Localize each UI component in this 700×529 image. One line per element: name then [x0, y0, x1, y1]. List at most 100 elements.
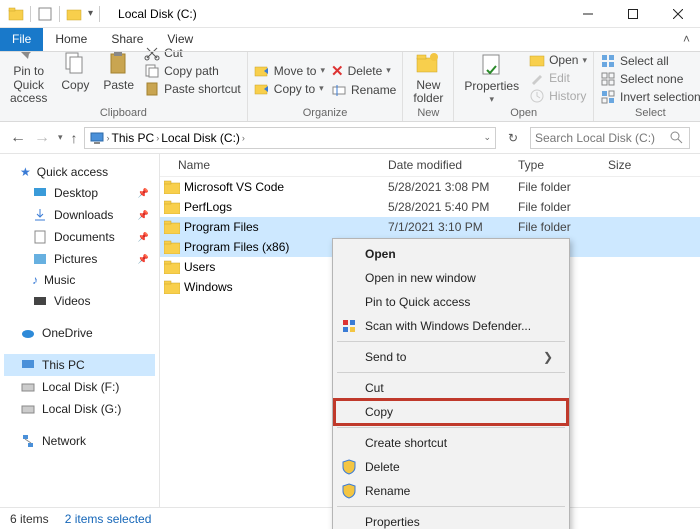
cx-open-new-window[interactable]: Open in new window [335, 266, 567, 290]
cx-delete[interactable]: Delete [335, 455, 567, 479]
group-select-label: Select [635, 105, 666, 119]
documents-icon [32, 229, 48, 245]
folder-icon [164, 200, 180, 214]
qat-properties-icon[interactable] [37, 6, 53, 22]
sidebar-videos[interactable]: Videos [4, 290, 155, 312]
back-button[interactable]: ← [10, 129, 26, 147]
paste-label: Paste [103, 79, 134, 92]
file-row[interactable]: Microsoft VS Code5/28/2021 3:08 PMFile f… [160, 177, 700, 197]
context-menu: Open Open in new window Pin to Quick acc… [332, 238, 570, 529]
breadcrumb-dropdown[interactable]: ⌄ [483, 132, 491, 143]
col-date[interactable]: Date modified [388, 158, 518, 172]
search-box[interactable]: Search Local Disk (C:) [530, 127, 690, 149]
downloads-icon [32, 207, 48, 223]
move-to-icon [254, 63, 270, 79]
new-folder-icon [415, 51, 441, 77]
col-name[interactable]: Name [178, 158, 388, 172]
sidebar-pictures[interactable]: Pictures📌 [4, 248, 155, 270]
select-none-button[interactable]: Select none [600, 71, 700, 87]
close-button[interactable] [655, 0, 700, 28]
edit-button[interactable]: Edit [529, 70, 587, 86]
sidebar-quick-access[interactable]: ★Quick access [4, 162, 155, 182]
crumb-this-pc[interactable]: This PC [112, 131, 155, 145]
sidebar-music[interactable]: ♪Music [4, 270, 155, 290]
properties-button[interactable]: Properties▾ [460, 52, 523, 105]
refresh-button[interactable]: ↻ [502, 131, 524, 145]
sidebar-disk-f[interactable]: Local Disk (F:) [4, 376, 155, 398]
qat-folder-icon[interactable] [66, 6, 82, 22]
sidebar-this-pc[interactable]: This PC [4, 354, 155, 376]
open-button[interactable]: Open▾ [529, 52, 587, 68]
delete-icon: ✕ [331, 62, 344, 80]
tab-share[interactable]: Share [99, 28, 155, 51]
sidebar-desktop[interactable]: Desktop📌 [4, 182, 155, 204]
forward-button[interactable]: → [34, 129, 50, 147]
group-organize-label: Organize [303, 105, 348, 119]
file-type: File folder [518, 180, 608, 194]
cx-open[interactable]: Open [335, 242, 567, 266]
maximize-button[interactable] [610, 0, 655, 28]
sidebar-downloads[interactable]: Downloads📌 [4, 204, 155, 226]
sidebar-documents[interactable]: Documents📌 [4, 226, 155, 248]
ribbon: Pin to Quick access Copy Paste Cut Copy … [0, 52, 700, 122]
status-selected-count: 2 items selected [65, 512, 152, 526]
copy-to-button[interactable]: Copy to▾ [254, 81, 325, 97]
move-to-button[interactable]: Move to▾ [254, 63, 325, 79]
file-date: 5/28/2021 5:40 PM [388, 200, 518, 214]
file-row[interactable]: PerfLogs5/28/2021 5:40 PMFile folder [160, 197, 700, 217]
delete-button[interactable]: ✕Delete▾ [331, 62, 396, 80]
paste-icon [106, 51, 132, 77]
copy-path-button[interactable]: Copy path [144, 63, 241, 79]
breadcrumb[interactable]: › This PC › Local Disk (C:) › ⌄ [84, 127, 496, 149]
pin-icon: 📌 [138, 232, 149, 243]
paste-shortcut-icon [144, 81, 160, 97]
cx-cut[interactable]: Cut [335, 376, 567, 400]
paste-shortcut-button[interactable]: Paste shortcut [144, 81, 241, 97]
column-headers[interactable]: Name Date modified Type Size [160, 154, 700, 177]
col-type[interactable]: Type [518, 158, 608, 172]
tab-home[interactable]: Home [43, 28, 99, 51]
folder-icon [164, 180, 180, 194]
cx-pin-quick-access[interactable]: Pin to Quick access [335, 290, 567, 314]
sidebar-onedrive[interactable]: OneDrive [4, 322, 155, 344]
cx-properties[interactable]: Properties [335, 510, 567, 529]
qat-overflow[interactable]: ▾ [88, 8, 93, 19]
minimize-button[interactable] [565, 0, 610, 28]
cx-copy[interactable]: Copy [335, 400, 567, 424]
rename-button[interactable]: Rename [331, 82, 396, 98]
cx-rename[interactable]: Rename [335, 479, 567, 503]
shield-rename-icon [341, 483, 357, 499]
crumb-current[interactable]: Local Disk (C:) [161, 131, 240, 145]
copy-button[interactable]: Copy [57, 51, 93, 92]
col-size[interactable]: Size [608, 158, 668, 172]
up-button[interactable]: ↑ [71, 130, 78, 146]
history-button[interactable]: History [529, 88, 587, 104]
select-all-button[interactable]: Select all [600, 53, 700, 69]
paste-button[interactable]: Paste [99, 51, 138, 92]
recent-dropdown[interactable]: ▾ [58, 132, 63, 143]
sidebar-disk-g[interactable]: Local Disk (G:) [4, 398, 155, 420]
cx-create-shortcut[interactable]: Create shortcut [335, 431, 567, 455]
copy-to-icon [254, 81, 270, 97]
sidebar-network[interactable]: Network [4, 430, 155, 452]
cx-send-to[interactable]: Send to❯ [335, 345, 567, 369]
collapse-ribbon-icon[interactable]: ˄ [683, 32, 690, 46]
new-folder-button[interactable]: New folder [409, 51, 447, 105]
tab-file[interactable]: File [0, 28, 43, 51]
address-bar: ← → ▾ ↑ › This PC › Local Disk (C:) › ⌄ … [0, 122, 700, 154]
group-clipboard-label: Clipboard [100, 105, 147, 119]
cx-scan-defender[interactable]: Scan with Windows Defender... [335, 314, 567, 338]
properties-label: Properties [464, 80, 519, 93]
group-select: Select all Select none Invert selection … [594, 52, 700, 121]
drive-icon [20, 401, 36, 417]
group-clipboard: Pin to Quick access Copy Paste Cut Copy … [0, 52, 248, 121]
group-organize: Move to▾ Copy to▾ ✕Delete▾ Rename Organi… [248, 52, 404, 121]
file-row[interactable]: Program Files7/1/2021 3:10 PMFile folder [160, 217, 700, 237]
this-pc-icon [20, 357, 36, 373]
shield-delete-icon [341, 459, 357, 475]
pictures-icon [32, 251, 48, 267]
invert-selection-button[interactable]: Invert selection [600, 89, 700, 105]
tab-view[interactable]: View [155, 28, 205, 51]
file-name: Windows [184, 280, 233, 294]
file-date: 5/28/2021 3:08 PM [388, 180, 518, 194]
